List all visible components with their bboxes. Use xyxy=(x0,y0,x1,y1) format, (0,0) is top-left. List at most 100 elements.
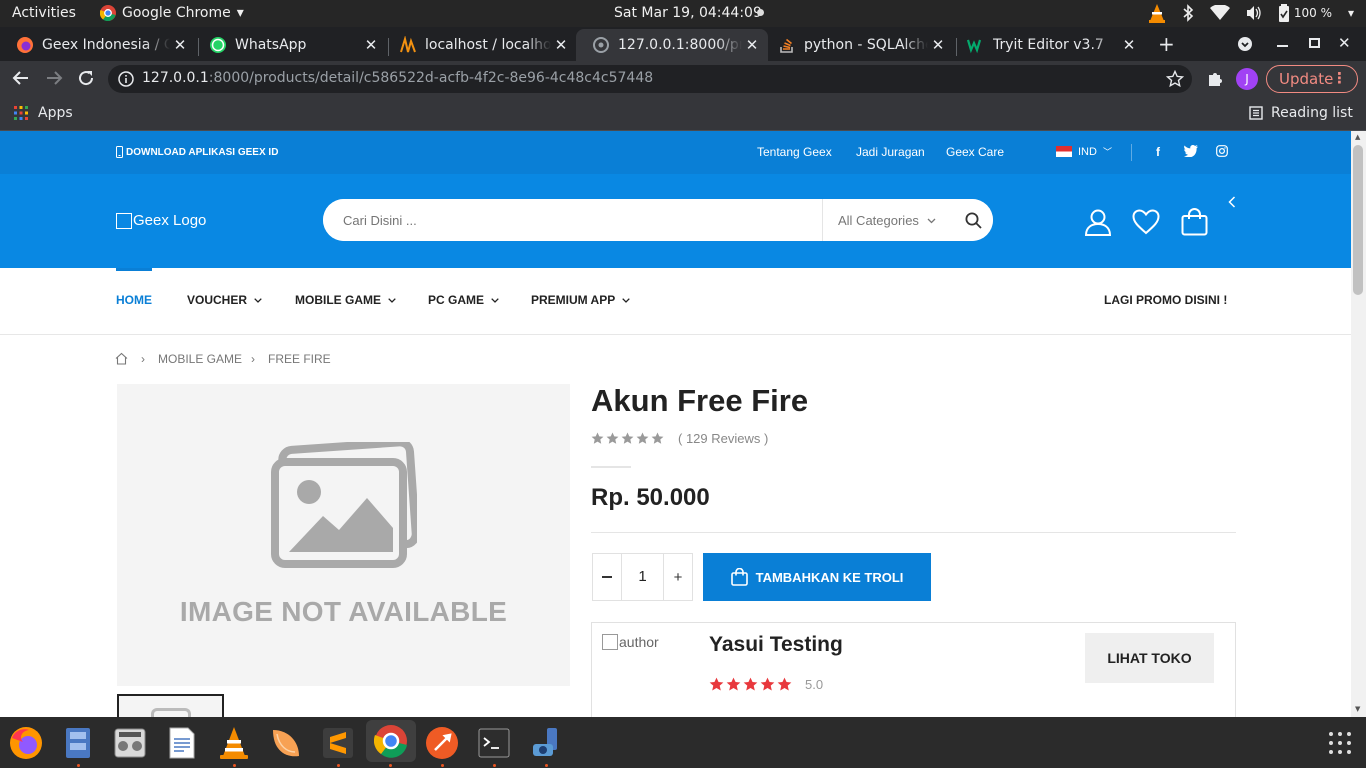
tab-title: 127.0.0.1:8000/products xyxy=(618,37,742,53)
files-dock-icon[interactable] xyxy=(60,725,96,761)
web-page: DOWNLOAD APLIKASI GEEX ID Tentang Geex J… xyxy=(0,131,1351,717)
forward-button[interactable] xyxy=(45,69,63,87)
maximize-button[interactable] xyxy=(1309,38,1320,48)
link-geex-care[interactable]: Geex Care xyxy=(946,145,1004,159)
scrollbar-thumb[interactable] xyxy=(1353,145,1363,295)
minimize-button[interactable] xyxy=(1277,45,1288,47)
account-button[interactable] xyxy=(1084,208,1112,236)
apps-shortcut[interactable]: Apps xyxy=(14,105,73,121)
show-applications-button[interactable] xyxy=(1322,725,1358,761)
globe-favicon-icon xyxy=(592,36,610,54)
decrease-quantity-button[interactable] xyxy=(593,554,622,600)
scroll-down-arrow-icon[interactable]: ▼ xyxy=(1355,705,1360,713)
clementine-dock-icon[interactable] xyxy=(268,725,304,761)
scroll-up-arrow-icon[interactable]: ▲ xyxy=(1355,133,1360,141)
chrome-dock-icon[interactable] xyxy=(366,720,416,762)
vlc-dock-icon[interactable] xyxy=(216,725,252,761)
category-select[interactable]: All Categories xyxy=(838,213,936,228)
reload-button[interactable] xyxy=(77,69,95,87)
close-tab-icon[interactable]: ✕ xyxy=(551,36,571,54)
promo-link[interactable]: LAGI PROMO DISINI ! xyxy=(1104,293,1227,307)
seller-name[interactable]: Yasui Testing xyxy=(709,633,843,657)
image-not-available-text: IMAGE NOT AVAILABLE xyxy=(179,596,508,627)
star-icon xyxy=(636,432,649,444)
close-tab-icon[interactable]: ✕ xyxy=(1119,36,1139,54)
search-input[interactable] xyxy=(323,199,823,241)
tab-stackoverflow[interactable]: python - SQLAlchemy ✕ xyxy=(762,29,954,61)
sublime-text-dock-icon[interactable] xyxy=(320,725,356,761)
product-main-image[interactable]: IMAGE NOT AVAILABLE xyxy=(117,384,570,686)
tab-search-button[interactable] xyxy=(1237,36,1253,52)
address-bar[interactable]: 127.0.0.1:8000/products/detail/c586522d-… xyxy=(108,65,1192,93)
wishlist-button[interactable] xyxy=(1132,209,1160,235)
tab-phpmyadmin[interactable]: localhost / localhost ✕ xyxy=(383,29,577,61)
link-tentang-geex[interactable]: Tentang Geex xyxy=(757,145,832,159)
activities-button[interactable]: Activities xyxy=(12,5,76,21)
system-tray[interactable]: 100 % ▾ xyxy=(1148,3,1354,23)
url-text[interactable]: 127.0.0.1:8000/products/detail/c586522d-… xyxy=(142,70,653,86)
cart-button[interactable] xyxy=(1181,208,1208,236)
seller-rating-value: 5.0 xyxy=(805,677,824,692)
star-icon xyxy=(621,432,634,444)
whatsapp-favicon-icon xyxy=(209,36,227,54)
quantity-input[interactable]: 1 xyxy=(622,554,663,600)
new-tab-button[interactable]: + xyxy=(1158,34,1175,54)
chevron-left-icon[interactable] xyxy=(1228,196,1236,208)
link-jadi-juragan[interactable]: Jadi Juragan xyxy=(856,145,925,159)
app-menu[interactable]: Google Chrome ▾ xyxy=(100,5,244,21)
chevron-down-icon xyxy=(254,297,262,303)
close-tab-icon[interactable]: ✕ xyxy=(170,36,190,54)
terminal-dock-icon[interactable] xyxy=(476,725,512,761)
chevron-right-icon: › xyxy=(251,352,255,366)
home-icon[interactable] xyxy=(115,352,128,365)
close-tab-icon[interactable]: ✕ xyxy=(361,36,381,54)
nav-label: VOUCHER xyxy=(187,293,248,307)
close-tab-icon[interactable]: ✕ xyxy=(928,36,948,54)
visit-store-button[interactable]: LIHAT TOKO xyxy=(1085,633,1214,683)
tab-whatsapp[interactable]: WhatsApp ✕ xyxy=(193,29,387,61)
clock[interactable]: Sat Mar 19, 04:44:09 xyxy=(614,5,762,21)
facebook-icon[interactable]: f xyxy=(1156,145,1160,159)
instagram-icon[interactable] xyxy=(1216,145,1228,157)
bookmark-star-icon[interactable] xyxy=(1166,70,1184,88)
close-tab-icon[interactable]: ✕ xyxy=(742,36,762,54)
tab-geex[interactable]: Geex Indonesia / Cari ✕ xyxy=(0,29,196,61)
add-to-cart-button[interactable]: TAMBAHKAN KE TROLI xyxy=(703,553,931,601)
disks-dock-icon[interactable] xyxy=(112,725,148,761)
tab-title: Geex Indonesia / Cari xyxy=(42,37,170,53)
product-thumbnail[interactable] xyxy=(117,694,224,717)
nav-label: MOBILE GAME xyxy=(295,293,381,307)
review-count[interactable]: ( 129 Reviews ) xyxy=(678,431,768,446)
screenshot-tool-dock-icon[interactable] xyxy=(528,725,564,761)
search-button[interactable] xyxy=(953,199,993,241)
profile-avatar[interactable]: J xyxy=(1236,68,1258,90)
extensions-icon[interactable] xyxy=(1206,70,1224,88)
increase-quantity-button[interactable]: + xyxy=(663,554,692,600)
breadcrumb-mobile-game[interactable]: MOBILE GAME xyxy=(158,352,242,366)
firefox-dock-icon[interactable] xyxy=(8,725,44,761)
postman-dock-icon[interactable] xyxy=(424,725,460,761)
reading-list-button[interactable]: Reading list xyxy=(1249,105,1353,121)
download-app-link[interactable]: DOWNLOAD APLIKASI GEEX ID xyxy=(116,146,278,158)
back-button[interactable] xyxy=(12,69,30,87)
nav-mobile-game[interactable]: MOBILE GAME xyxy=(295,293,396,307)
seller-avatar[interactable]: author xyxy=(602,634,659,650)
nav-pc-game[interactable]: PC GAME xyxy=(428,293,499,307)
url-host: 127.0.0.1 xyxy=(142,70,209,86)
close-window-button[interactable]: ✕ xyxy=(1338,34,1351,52)
language-label: IND xyxy=(1078,145,1097,158)
download-app-label: DOWNLOAD APLIKASI GEEX ID xyxy=(126,146,279,158)
nav-home[interactable]: HOME xyxy=(116,293,152,307)
language-selector[interactable]: IND ﹀ xyxy=(1056,145,1112,158)
twitter-icon[interactable] xyxy=(1184,145,1198,157)
info-icon[interactable] xyxy=(118,71,134,87)
tab-tryit-editor[interactable]: Tryit Editor v3.7 ✕ xyxy=(951,29,1145,61)
nav-voucher[interactable]: VOUCHER xyxy=(187,293,262,307)
tab-product-detail[interactable]: 127.0.0.1:8000/products ✕ xyxy=(576,29,768,61)
nav-premium-app[interactable]: PREMIUM APP xyxy=(531,293,630,307)
site-logo[interactable]: Geex Logo xyxy=(116,212,206,229)
reading-list-label: Reading list xyxy=(1271,105,1353,121)
text-editor-dock-icon[interactable] xyxy=(164,725,200,761)
update-button[interactable]: Update ⋮ xyxy=(1266,65,1358,93)
page-scrollbar[interactable]: ▲ ▼ xyxy=(1351,131,1366,717)
